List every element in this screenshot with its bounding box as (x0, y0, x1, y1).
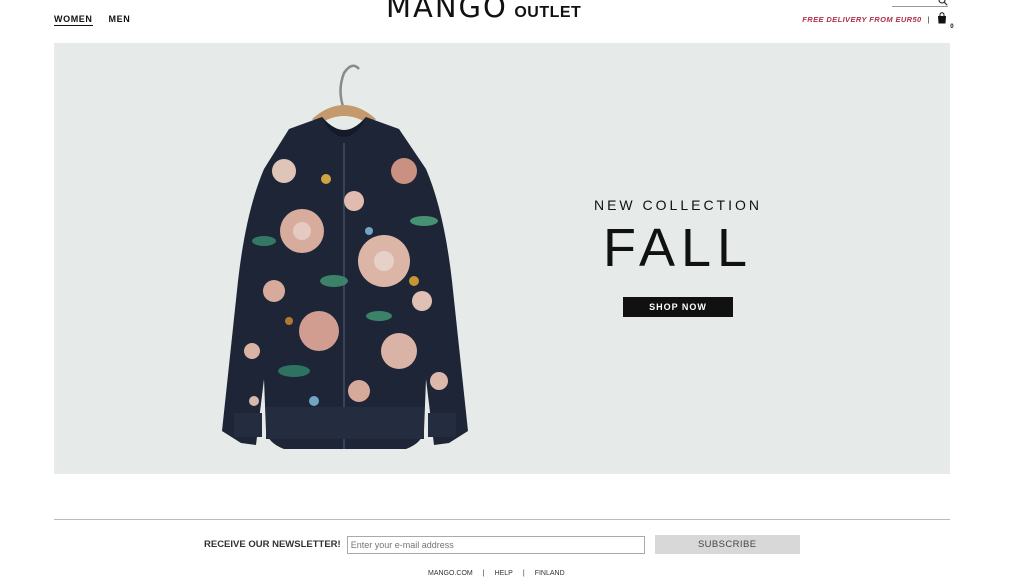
cart-button[interactable]: 0 (936, 12, 954, 30)
collection-title: FALL (602, 218, 754, 278)
newsletter-label: RECEIVE OUR NEWSLETTER! (204, 539, 341, 550)
cart-count: 0 (950, 24, 954, 30)
promo-block: NEW COLLECTION FALL SHOP NOW (574, 197, 782, 317)
subscribe-button[interactable]: SUBSCRIBE (654, 535, 800, 554)
gender-nav: WOMEN MEN (54, 14, 130, 26)
floral-jacket-image (222, 64, 468, 449)
newsletter-form: RECEIVE OUR NEWSLETTER! SUBSCRIBE (204, 535, 800, 554)
free-delivery-text: FREE DELIVERY FROM EUR50 (802, 14, 922, 24)
search-input[interactable] (892, 0, 948, 7)
logo[interactable]: MANGO OUTLET (386, 0, 581, 24)
header-separator: | (927, 14, 930, 24)
email-field[interactable] (346, 535, 645, 554)
header-right: FREE DELIVERY FROM EUR50 | 0 (802, 12, 954, 30)
logo-outlet: OUTLET (514, 4, 582, 21)
footer-divider (54, 519, 950, 520)
hero-banner[interactable]: NEW COLLECTION FALL SHOP NOW (54, 43, 950, 474)
shop-now-button[interactable]: SHOP NOW (623, 297, 733, 317)
top-bar: WOMEN MEN MANGO OUTLET FREE DELIVERY FRO… (0, 0, 1024, 42)
search-icon[interactable] (938, 0, 948, 6)
nav-men[interactable]: MEN (109, 14, 131, 26)
collection-subtitle: NEW COLLECTION (593, 197, 762, 213)
logo-brand: MANGO (386, 0, 508, 24)
shopping-bag-icon (938, 12, 946, 24)
nav-women[interactable]: WOMEN (54, 14, 93, 26)
